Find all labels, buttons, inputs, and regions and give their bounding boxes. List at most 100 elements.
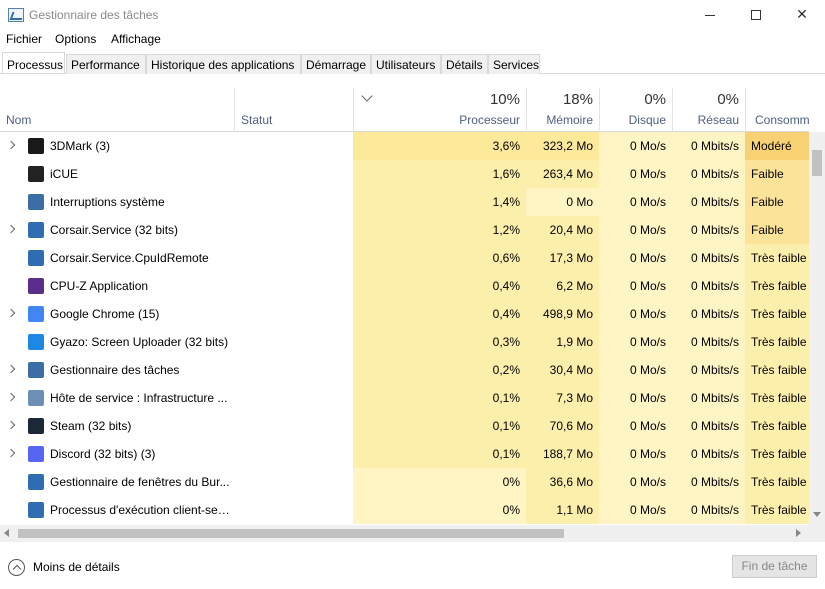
table-header: Nom Statut 10% Processeur 18% Mémoire 0%…	[0, 88, 809, 132]
chevron-up-circle-icon[interactable]	[8, 559, 25, 576]
less-details-link[interactable]: Moins de détails	[33, 560, 120, 574]
chevron-right-icon[interactable]	[6, 364, 16, 374]
cpu-cell: 0,1%	[353, 384, 526, 412]
menu-fichier[interactable]: Fichier	[6, 32, 42, 46]
process-name: Corsair.Service (32 bits)	[50, 223, 179, 237]
disk-cell: 0 Mo/s	[599, 188, 672, 216]
column-network[interactable]: 0% Réseau	[672, 88, 745, 132]
status-cell	[234, 412, 353, 440]
power-cell: Très faible	[745, 496, 809, 524]
column-cpu[interactable]: 10% Processeur	[353, 88, 526, 132]
process-name: Google Chrome (15)	[50, 307, 160, 321]
window-title: Gestionnaire des tâches	[29, 8, 159, 22]
tab-services[interactable]: Services	[488, 54, 540, 74]
minimize-button[interactable]	[687, 0, 733, 30]
column-cpu-label: Processeur	[459, 113, 520, 127]
table-row[interactable]: Interruptions système 1,4% 0 Mo 0 Mo/s 0 Mbi…	[0, 188, 809, 216]
chevron-right-icon[interactable]	[6, 392, 16, 402]
table-row[interactable]: Corsair.Service.CpuIdRemote 0,6% 17,3 Mo 0 …	[0, 244, 809, 272]
tab-processus[interactable]: Processus	[2, 52, 65, 73]
horizontal-scrollbar[interactable]	[0, 525, 825, 542]
column-status[interactable]: Statut	[234, 88, 353, 132]
status-cell	[234, 468, 353, 496]
scroll-down-icon[interactable]	[813, 512, 821, 517]
disk-total: 0%	[644, 91, 666, 108]
table-row[interactable]: iCUE 1,6% 263,4 Mo 0 Mo/s 0 Mbits/s Faible	[0, 160, 809, 188]
cpu-cell: 0%	[353, 496, 526, 524]
tab-demarrage[interactable]: Démarrage	[301, 54, 371, 74]
maximize-button[interactable]	[733, 0, 779, 30]
gear-icon	[28, 390, 44, 406]
icue-icon	[28, 166, 44, 182]
table-row[interactable]: 3DMark (3) 3,6% 323,2 Mo 0 Mo/s 0 Mbits/s Mod…	[0, 132, 809, 160]
tab-historique[interactable]: Historique des applications	[146, 54, 301, 74]
table-row[interactable]: Corsair.Service (32 bits) 1,2% 20,4 Mo 0 Mo…	[0, 216, 809, 244]
cpu-cell: 0,2%	[353, 356, 526, 384]
table-row[interactable]: Google Chrome (15) 0,4% 498,9 Mo 0 Mo/s 0 Mb…	[0, 300, 809, 328]
disk-cell: 0 Mo/s	[599, 132, 672, 160]
power-cell: Faible	[745, 216, 809, 244]
disk-cell: 0 Mo/s	[599, 440, 672, 468]
table-row[interactable]: Hôte de service : Infrastructure ... 0,1%…	[0, 384, 809, 412]
status-cell	[234, 244, 353, 272]
column-network-label: Réseau	[697, 113, 739, 127]
tab-bar: Processus Performance Historique des app…	[0, 52, 825, 74]
cpu-cell: 1,2%	[353, 216, 526, 244]
chevron-right-icon[interactable]	[6, 224, 16, 234]
memory-cell: 36,6 Mo	[526, 468, 599, 496]
tab-details[interactable]: Détails	[441, 54, 488, 74]
column-name[interactable]: Nom	[0, 88, 234, 132]
column-power[interactable]: Consommatio	[745, 88, 809, 132]
window-icon	[28, 222, 44, 238]
tab-utilisateurs[interactable]: Utilisateurs	[371, 54, 441, 74]
table-row[interactable]: Gestionnaire de fenêtres du Bur... 0% 36,6…	[0, 468, 809, 496]
close-button[interactable]: ✕	[779, 0, 825, 30]
table-row[interactable]: CPU-Z Application 0,4% 6,2 Mo 0 Mo/s 0 Mbits…	[0, 272, 809, 300]
menu-bar: Fichier Options Affichage	[0, 30, 825, 50]
vertical-scroll-thumb[interactable]	[812, 150, 822, 176]
status-cell	[234, 300, 353, 328]
scroll-right-icon[interactable]	[796, 529, 801, 537]
scroll-left-icon[interactable]	[4, 529, 9, 537]
status-cell	[234, 496, 353, 524]
chevron-right-icon[interactable]	[6, 308, 16, 318]
table-row[interactable]: Gestionnaire des tâches 0,2% 30,4 Mo 0 Mo/s…	[0, 356, 809, 384]
power-cell: Très faible	[745, 440, 809, 468]
column-disk[interactable]: 0% Disque	[599, 88, 672, 132]
power-cell: Faible	[745, 188, 809, 216]
chevron-right-icon[interactable]	[6, 448, 16, 458]
menu-affichage[interactable]: Affichage	[111, 32, 161, 46]
menu-options[interactable]: Options	[55, 32, 96, 46]
table-row[interactable]: Discord (32 bits) (3) 0,1% 188,7 Mo 0 Mo/s 0…	[0, 440, 809, 468]
power-cell: Très faible	[745, 356, 809, 384]
table-row[interactable]: Processus d'exécution client-ser... 0% 1,1…	[0, 496, 809, 524]
disk-cell: 0 Mo/s	[599, 160, 672, 188]
process-name: Corsair.Service.CpuIdRemote	[50, 251, 209, 265]
table-row[interactable]: Steam (32 bits) 0,1% 70,6 Mo 0 Mo/s 0 Mbits/…	[0, 412, 809, 440]
vertical-scrollbar[interactable]	[809, 132, 825, 525]
disk-cell: 0 Mo/s	[599, 412, 672, 440]
horizontal-scroll-thumb[interactable]	[18, 529, 564, 538]
cpu-cell: 0,3%	[353, 328, 526, 356]
footer: Moins de détails Fin de tâche	[0, 542, 825, 589]
process-table: Nom Statut 10% Processeur 18% Mémoire 0%…	[0, 88, 809, 525]
chevron-right-icon[interactable]	[6, 420, 16, 430]
chevron-right-icon[interactable]	[6, 140, 16, 150]
memory-cell: 17,3 Mo	[526, 244, 599, 272]
memory-cell: 498,9 Mo	[526, 300, 599, 328]
tab-performance[interactable]: Performance	[66, 54, 146, 74]
cpu-cell: 0,4%	[353, 272, 526, 300]
network-cell: 0 Mbits/s	[672, 300, 745, 328]
power-cell: Très faible	[745, 412, 809, 440]
process-name: CPU-Z Application	[50, 279, 149, 293]
cpuz-icon	[28, 278, 44, 294]
table-row[interactable]: Gyazo: Screen Uploader (32 bits) 0,3% 1,9 …	[0, 328, 809, 356]
end-task-button[interactable]: Fin de tâche	[732, 555, 817, 578]
memory-cell: 0 Mo	[526, 188, 599, 216]
status-cell	[234, 188, 353, 216]
cpu-cell: 0%	[353, 468, 526, 496]
disk-cell: 0 Mo/s	[599, 244, 672, 272]
column-memory[interactable]: 18% Mémoire	[526, 88, 599, 132]
chrome-icon	[28, 306, 44, 322]
steam-icon	[28, 418, 44, 434]
